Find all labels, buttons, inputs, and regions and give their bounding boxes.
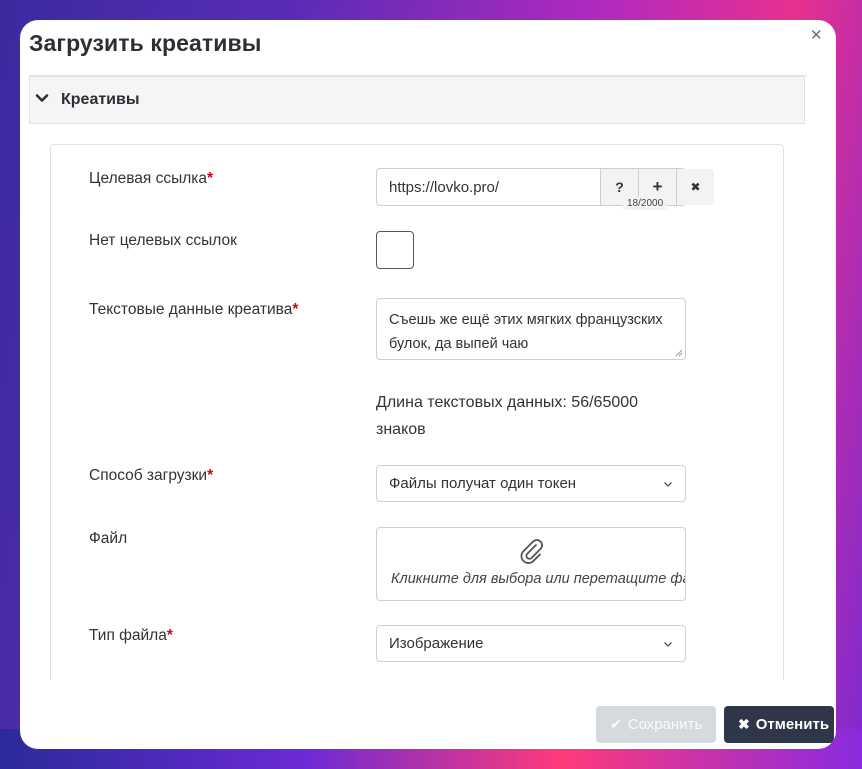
cancel-label: Отменить — [755, 716, 830, 733]
resize-grip-icon[interactable] — [675, 349, 683, 357]
save-label: Сохранить — [627, 716, 703, 733]
upload-creatives-modal: Загрузить креативы ✕ Креативы Целевая сс… — [20, 20, 836, 749]
creative-text-label-text: Текстовые данные креатива — [89, 301, 293, 318]
clear-link-button[interactable]: ✖ — [676, 169, 714, 205]
creative-text-textarea[interactable]: Съешь же ещё этих мягких французских бул… — [376, 298, 686, 360]
chevron-down-icon — [664, 641, 672, 647]
text-length-info: Длина текстовых данных: 56/65000 знаков — [376, 394, 639, 438]
save-button[interactable]: ✔ Сохранить — [596, 706, 716, 743]
upload-method-label-text: Способ загрузки — [89, 467, 208, 484]
upload-method-value: Файлы получат один токен — [389, 475, 577, 492]
required-mark: * — [207, 170, 214, 187]
modal-title: Загрузить креативы — [29, 30, 262, 56]
creative-form-panel: Целевая ссылка* ? + ✖ 18/2000 Нет целевы… — [50, 144, 784, 680]
cancel-button[interactable]: ✖ Отменить — [724, 706, 834, 743]
section-header-creatives[interactable]: Креативы — [29, 76, 805, 124]
upload-method-select[interactable]: Файлы получат один токен — [376, 465, 686, 502]
creative-text-label: Текстовые данные креатива* — [89, 301, 298, 319]
target-link-label-text: Целевая ссылка — [89, 170, 208, 187]
check-icon: ✔ — [610, 716, 622, 732]
no-target-links-checkbox[interactable] — [376, 231, 414, 269]
times-icon: ✖ — [738, 716, 750, 732]
chevron-down-icon — [664, 481, 672, 487]
file-type-select[interactable]: Изображение — [376, 625, 686, 662]
file-type-label: Тип файла* — [89, 627, 173, 645]
upload-method-label: Способ загрузки* — [89, 467, 213, 485]
link-char-counter: 18/2000 — [623, 197, 668, 210]
chevron-down-icon — [35, 94, 49, 102]
file-dropzone[interactable]: Кликните для выбора или перетащите файл — [376, 527, 686, 601]
plus-icon: + — [652, 177, 663, 196]
file-type-value: Изображение — [389, 635, 484, 652]
required-mark: * — [292, 301, 299, 318]
close-icon[interactable]: ✕ — [810, 26, 823, 44]
modal-body[interactable]: Креативы Целевая ссылка* ? + ✖ 18/2000 Н… — [29, 75, 807, 680]
times-icon: ✖ — [690, 180, 701, 194]
dropzone-text: Кликните для выбора или перетащите файл — [391, 571, 686, 587]
file-type-label-text: Тип файла — [89, 627, 167, 644]
target-link-label: Целевая ссылка* — [89, 170, 213, 188]
required-mark: * — [166, 627, 173, 644]
paperclip-icon — [520, 539, 543, 564]
file-label: Файл — [89, 530, 128, 547]
section-title: Креативы — [61, 91, 140, 108]
no-target-links-label: Нет целевых ссылок — [89, 232, 237, 249]
target-link-input[interactable] — [377, 169, 600, 205]
creative-text-value: Съешь же ещё этих мягких французских бул… — [389, 312, 663, 352]
required-mark: * — [207, 467, 214, 484]
